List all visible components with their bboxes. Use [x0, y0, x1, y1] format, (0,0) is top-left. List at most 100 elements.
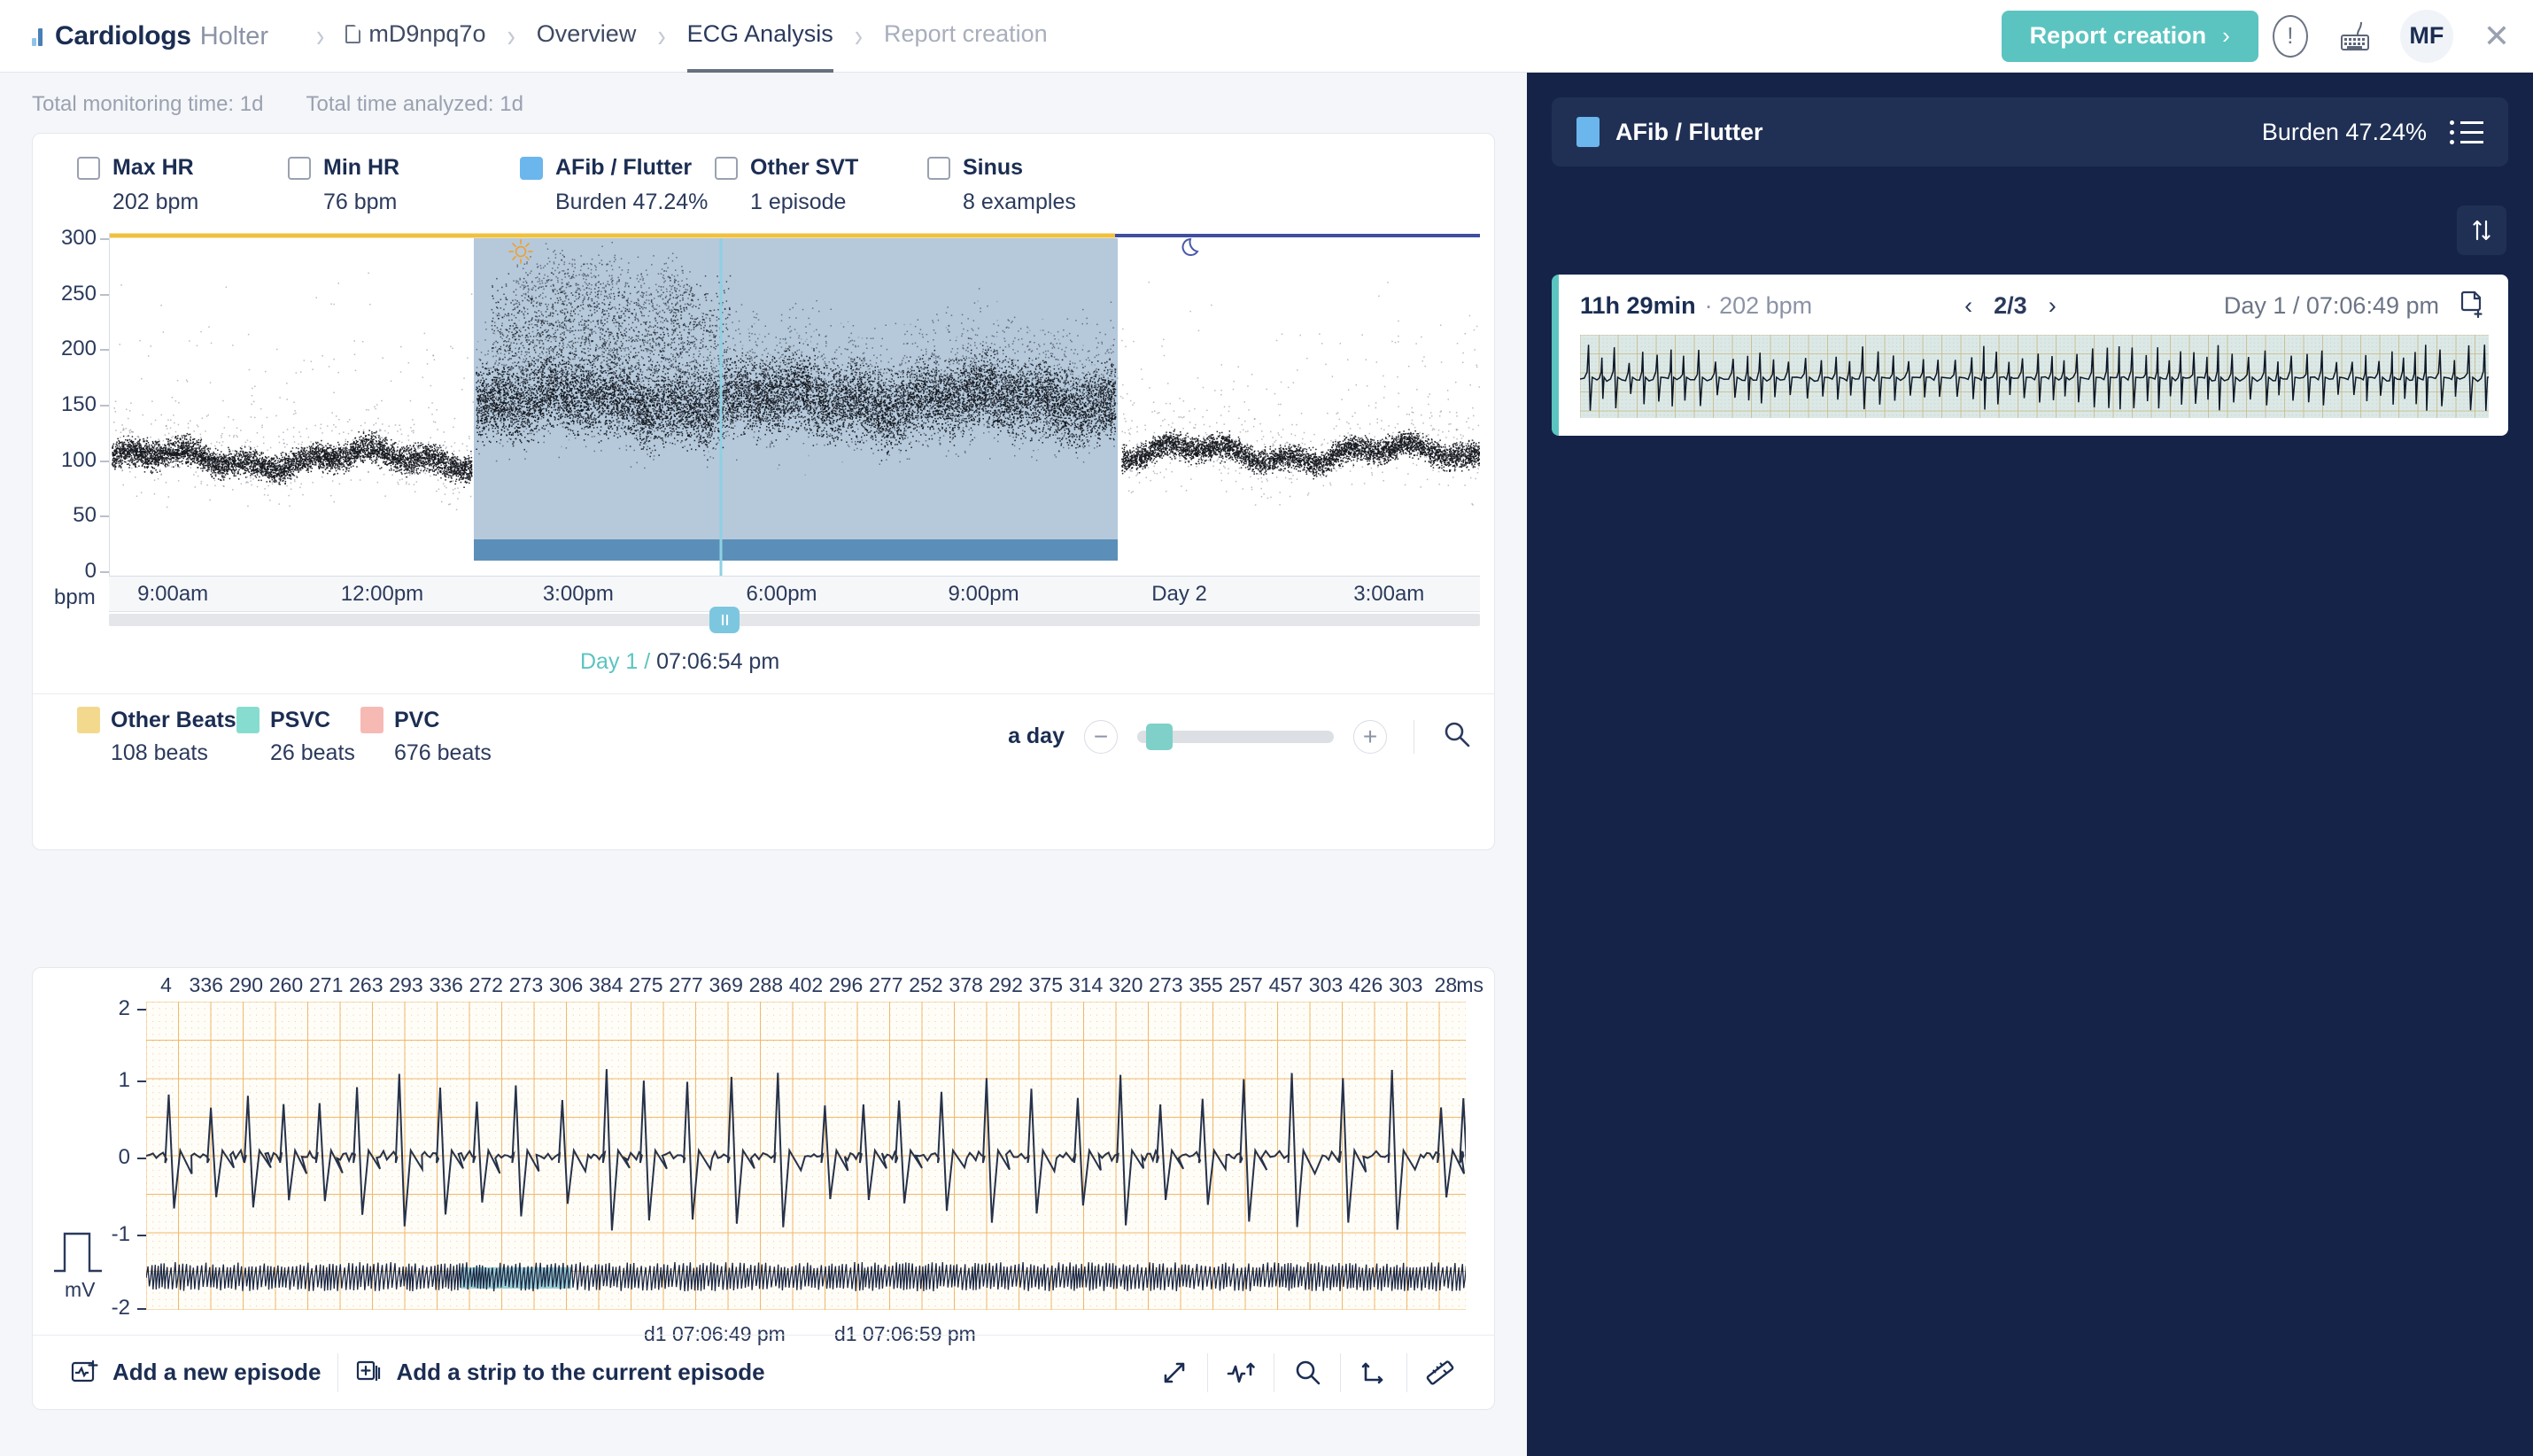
checkbox-max-hr[interactable]: Max HR 202 bpm: [77, 155, 288, 215]
y-axis-tick: [100, 515, 109, 517]
ecg-y-axis-labels: 210-1-2: [109, 1003, 146, 1309]
afib-episode-bar: [474, 539, 1118, 561]
add-new-episode-button[interactable]: Add a new episode: [54, 1358, 337, 1388]
episode-bpm: · 202 bpm: [1705, 292, 1813, 320]
y-axis-tick-label: 100: [61, 448, 97, 473]
rr-interval-value: 314: [1069, 973, 1103, 997]
breadcrumb-separator: ›: [855, 18, 863, 55]
tachogram-card: Max HR 202 bpm Min HR 76 bpm AFib / Flut…: [32, 133, 1495, 850]
timeline-scrub-handle[interactable]: [709, 607, 740, 633]
top-navigation-bar: Cardiologs Holter › mD9npq7o › Overview …: [0, 0, 2533, 73]
checkbox-other-svt[interactable]: Other SVT 1 episode: [715, 155, 927, 215]
timeline-scrollbar[interactable]: [109, 614, 1480, 626]
episodes-side-panel: AFib / Flutter Burden 47.24% 11h 29min ·…: [1527, 73, 2533, 1456]
y-axis-tick: [100, 571, 109, 573]
rr-interval-value: 257: [1228, 973, 1262, 997]
rr-interval-value: 271: [309, 973, 343, 997]
checkbox-label: Min HR: [323, 155, 399, 181]
next-episode-button[interactable]: ›: [2049, 292, 2057, 320]
ecg-y-tick: [137, 1308, 146, 1310]
ecg-y-tick: [137, 1158, 146, 1159]
rr-interval-value: 426: [1349, 973, 1383, 997]
panel-header-afib[interactable]: AFib / Flutter Burden 47.24%: [1552, 97, 2508, 167]
zoom-slider-knob[interactable]: [1146, 724, 1173, 750]
document-icon: [345, 25, 360, 43]
breadcrumb: › mD9npq7o › Overview › ECG Analysis › R…: [295, 20, 1048, 51]
checkbox-value: 8 examples: [927, 190, 1076, 215]
search-icon[interactable]: [1441, 718, 1473, 755]
logo-icon: [32, 27, 43, 46]
beats-legend-row: Other Beats 108 beats PSVC 26 beats PVC …: [33, 693, 1494, 782]
breadcrumb-item-record[interactable]: mD9npq7o: [345, 20, 485, 51]
checkbox-afib-flutter[interactable]: AFib / Flutter Burden 47.24%: [520, 155, 715, 215]
report-creation-button[interactable]: Report creation ›: [2002, 11, 2258, 62]
y-axis-tick: [100, 238, 109, 240]
y-axis-unit: bpm: [54, 585, 96, 610]
zoom-out-button[interactable]: −: [1084, 720, 1118, 754]
y-axis-tick: [100, 461, 109, 462]
sun-icon: [507, 238, 534, 265]
y-axis-tick: [100, 294, 109, 296]
checkbox-box[interactable]: [927, 157, 950, 180]
x-axis-tick-label: 3:00pm: [543, 582, 614, 607]
y-axis-labels: 050100150200250300: [33, 233, 109, 577]
keyboard-icon[interactable]: [2322, 4, 2386, 68]
x-axis: 9:00am12:00pm3:00pm6:00pm9:00pmDay 23:00…: [109, 577, 1480, 612]
scatter-plot-area[interactable]: [109, 233, 1480, 577]
sort-arrows-icon[interactable]: [2457, 205, 2506, 255]
alert-circle-icon[interactable]: !: [2258, 4, 2322, 68]
ecg-waveform-plot[interactable]: [146, 1002, 1466, 1310]
checkbox-min-hr[interactable]: Min HR 76 bpm: [288, 155, 520, 215]
beat-legend-pvc[interactable]: PVC 676 beats: [360, 707, 492, 766]
checkbox-value: Burden 47.24%: [520, 190, 715, 215]
prev-episode-button[interactable]: ‹: [1964, 292, 1972, 320]
brand-logo[interactable]: Cardiologs Holter: [32, 21, 268, 51]
cursor-day: Day 1 /: [580, 649, 650, 674]
add-strip-button[interactable]: Add a strip to the current episode: [338, 1358, 781, 1388]
checkbox-box[interactable]: [520, 157, 543, 180]
checkbox-sinus[interactable]: Sinus 8 examples: [927, 155, 1076, 215]
total-monitoring-time: Total monitoring time: 1d: [32, 92, 263, 117]
x-axis-tick-label: 12:00pm: [341, 582, 423, 607]
heart-rate-scatter-chart[interactable]: 050100150200250300 bpm: [33, 233, 1494, 693]
search-icon[interactable]: [1274, 1351, 1340, 1395]
episode-card[interactable]: 11h 29min · 202 bpm ‹ 2/3 › Day 1 / 07:0…: [1552, 275, 2508, 436]
beat-count: 26 beats: [236, 740, 360, 766]
ecg-y-tick: [137, 1080, 146, 1082]
total-time-analyzed: Total time analyzed: 1d: [306, 92, 523, 117]
rr-interval-value: 375: [1029, 973, 1063, 997]
zoom-slider[interactable]: [1137, 731, 1334, 743]
breadcrumb-item-ecg-analysis[interactable]: ECG Analysis: [687, 20, 833, 51]
zoom-in-button[interactable]: +: [1353, 720, 1387, 754]
ecg-y-axis-unit: mV: [65, 1278, 96, 1302]
expand-icon[interactable]: [1142, 1351, 1207, 1395]
add-to-report-icon[interactable]: [2459, 289, 2487, 323]
checkbox-box[interactable]: [288, 157, 311, 180]
monitoring-summary: Total monitoring time: 1d Total time ana…: [0, 73, 1527, 117]
avatar[interactable]: MF: [2400, 10, 2453, 63]
axes-icon[interactable]: [1341, 1351, 1406, 1395]
checkbox-value: 202 bpm: [77, 190, 288, 215]
episode-ecg-preview[interactable]: [1580, 335, 2489, 418]
checkbox-label: Max HR: [112, 155, 194, 181]
y-axis-tick-label: 300: [61, 226, 97, 251]
checkbox-box[interactable]: [715, 157, 738, 180]
checkbox-box[interactable]: [77, 157, 100, 180]
rr-interval-value: 369: [709, 973, 743, 997]
ecg-filter-icon[interactable]: [1208, 1351, 1274, 1395]
list-icon[interactable]: [2450, 120, 2483, 144]
breadcrumb-item-report-creation[interactable]: Report creation: [884, 20, 1048, 51]
beat-legend-other-beats[interactable]: Other Beats 108 beats: [77, 707, 236, 766]
y-axis-tick: [100, 405, 109, 407]
rr-interval-value: 292: [989, 973, 1023, 997]
ecg-waveform-svg: [146, 1002, 1466, 1310]
breadcrumb-item-overview[interactable]: Overview: [537, 20, 637, 51]
ruler-icon[interactable]: [1407, 1351, 1473, 1395]
beat-legend-psvc[interactable]: PSVC 26 beats: [236, 707, 360, 766]
ecg-main-trace: [146, 1069, 1466, 1230]
ecg-y-tick-label: 0: [119, 1145, 130, 1170]
beat-label: PVC: [394, 708, 439, 733]
close-icon[interactable]: ✕: [2483, 18, 2510, 55]
report-creation-label: Report creation: [2030, 22, 2207, 50]
chevron-right-icon: ›: [2222, 22, 2230, 50]
